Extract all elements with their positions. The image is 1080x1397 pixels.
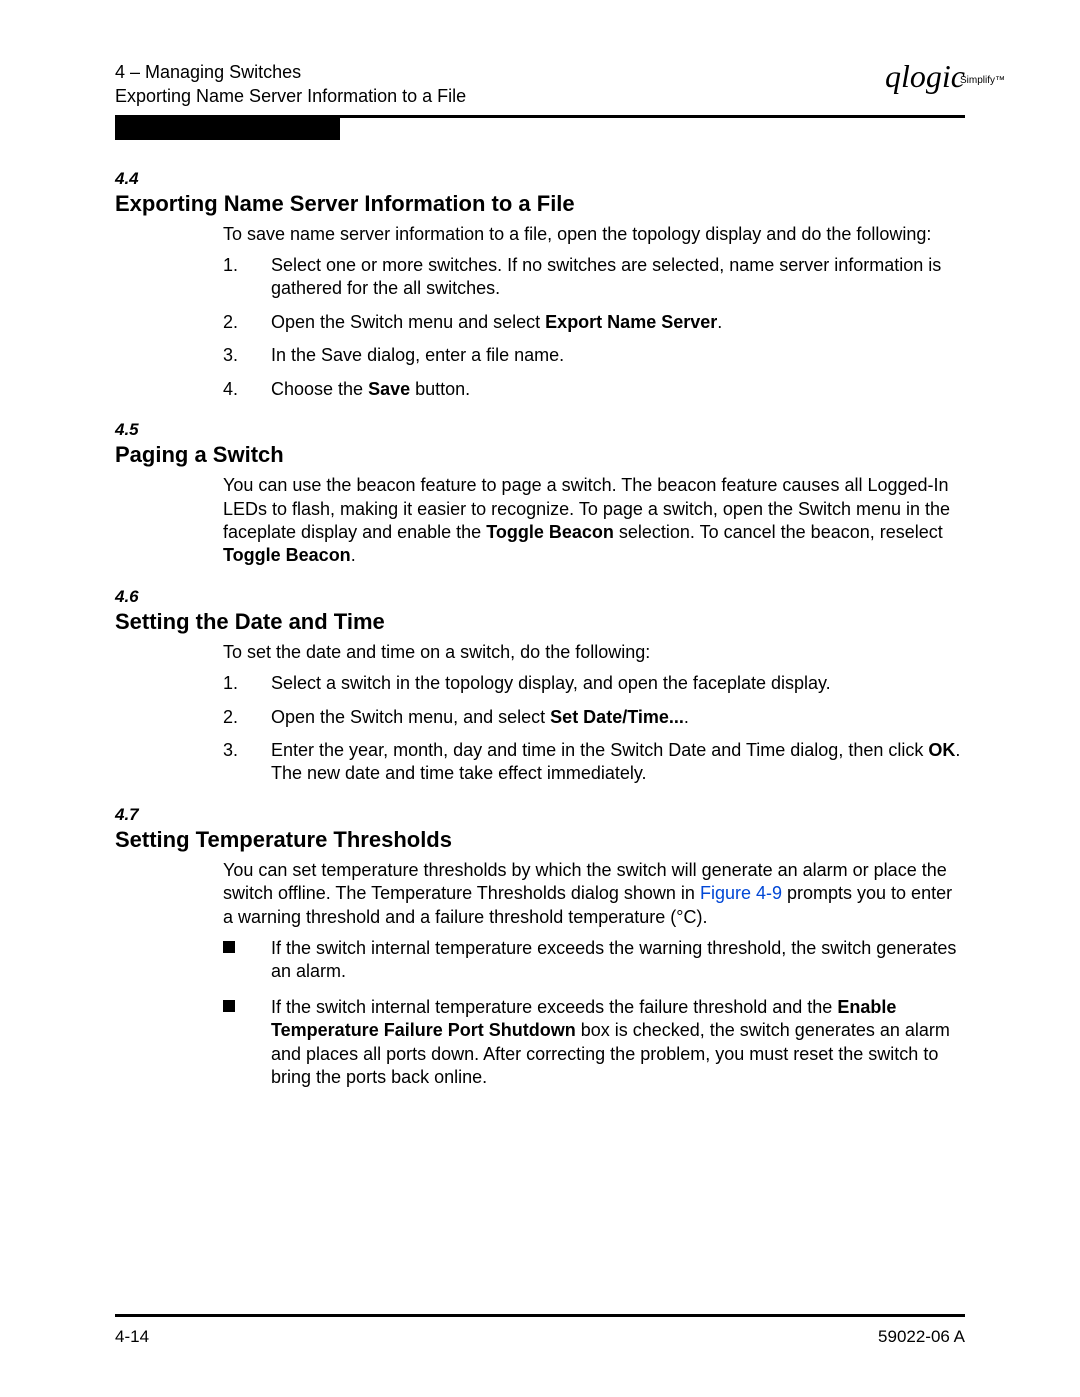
step-text: Select one or more switches. If no switc… (271, 255, 941, 298)
step-item: 3. In the Save dialog, enter a file name… (223, 344, 965, 367)
step-item: 3. Enter the year, month, day and time i… (223, 739, 965, 786)
step-number: 1. (223, 672, 238, 695)
step-text: Open the Switch menu, and select Set Dat… (271, 707, 689, 727)
footer-row: 4-14 59022-06 A (115, 1327, 965, 1347)
step-number: 2. (223, 311, 238, 334)
step-item: 2. Open the Switch menu, and select Set … (223, 706, 965, 729)
header-subtitle: Exporting Name Server Information to a F… (115, 84, 466, 108)
section-4-5: 4.5 Paging a Switch You can use the beac… (115, 419, 965, 568)
header-text-block: 4 – Managing Switches Exporting Name Ser… (115, 60, 466, 109)
section-number: 4.6 (115, 586, 965, 608)
logo-tagline: Simplify™ (960, 76, 1005, 86)
chapter-line: 4 – Managing Switches (115, 60, 466, 84)
step-text: Select a switch in the topology display,… (271, 673, 831, 693)
redacted-bar (115, 118, 340, 140)
logo-text: qlogic (885, 58, 965, 94)
step-text: Enter the year, month, day and time in t… (271, 740, 960, 783)
step-item: 4. Choose the Save button. (223, 378, 965, 401)
doc-number: 59022-06 A (878, 1327, 965, 1347)
step-item: 1. Select one or more switches. If no sw… (223, 254, 965, 301)
step-item: 1. Select a switch in the topology displ… (223, 672, 965, 695)
bullet-item: If the switch internal temperature excee… (223, 937, 965, 984)
bullet-text: If the switch internal temperature excee… (271, 938, 956, 981)
section-body: To set the date and time on a switch, do… (223, 641, 965, 786)
step-list: 1. Select one or more switches. If no sw… (223, 254, 965, 401)
step-number: 2. (223, 706, 238, 729)
section-title: Exporting Name Server Information to a F… (115, 191, 965, 217)
section-4-6: 4.6 Setting the Date and Time To set the… (115, 586, 965, 786)
step-text: In the Save dialog, enter a file name. (271, 345, 564, 365)
bullet-text: If the switch internal temperature excee… (271, 997, 950, 1087)
page-number: 4-14 (115, 1327, 149, 1347)
qlogic-logo: qlogic Simplify™ (885, 60, 965, 92)
section-4-7: 4.7 Setting Temperature Thresholds You c… (115, 804, 965, 1090)
intro-paragraph: To set the date and time on a switch, do… (223, 641, 965, 664)
section-body: To save name server information to a fil… (223, 223, 965, 401)
section-number: 4.4 (115, 168, 965, 190)
step-text: Open the Switch menu and select Export N… (271, 312, 722, 332)
step-number: 3. (223, 739, 238, 762)
page-header: 4 – Managing Switches Exporting Name Ser… (115, 60, 965, 109)
section-body: You can set temperature thresholds by wh… (223, 859, 965, 1090)
paragraph: You can use the beacon feature to page a… (223, 474, 965, 568)
step-text: Choose the Save button. (271, 379, 470, 399)
step-list: 1. Select a switch in the topology displ… (223, 672, 965, 786)
footer-rule (115, 1314, 965, 1317)
section-4-4: 4.4 Exporting Name Server Information to… (115, 168, 965, 401)
square-bullet-icon (223, 941, 235, 953)
step-item: 2. Open the Switch menu and select Expor… (223, 311, 965, 334)
section-title: Setting Temperature Thresholds (115, 827, 965, 853)
section-title: Paging a Switch (115, 442, 965, 468)
bullet-item: If the switch internal temperature excee… (223, 996, 965, 1090)
step-number: 4. (223, 378, 238, 401)
step-number: 3. (223, 344, 238, 367)
step-number: 1. (223, 254, 238, 277)
bullet-list: If the switch internal temperature excee… (223, 937, 965, 1089)
page-footer: 4-14 59022-06 A (115, 1314, 965, 1347)
section-title: Setting the Date and Time (115, 609, 965, 635)
square-bullet-icon (223, 1000, 235, 1012)
section-number: 4.5 (115, 419, 965, 441)
paragraph: You can set temperature thresholds by wh… (223, 859, 965, 929)
intro-paragraph: To save name server information to a fil… (223, 223, 965, 246)
section-number: 4.7 (115, 804, 965, 826)
section-body: You can use the beacon feature to page a… (223, 474, 965, 568)
figure-link[interactable]: Figure 4-9 (700, 883, 782, 903)
